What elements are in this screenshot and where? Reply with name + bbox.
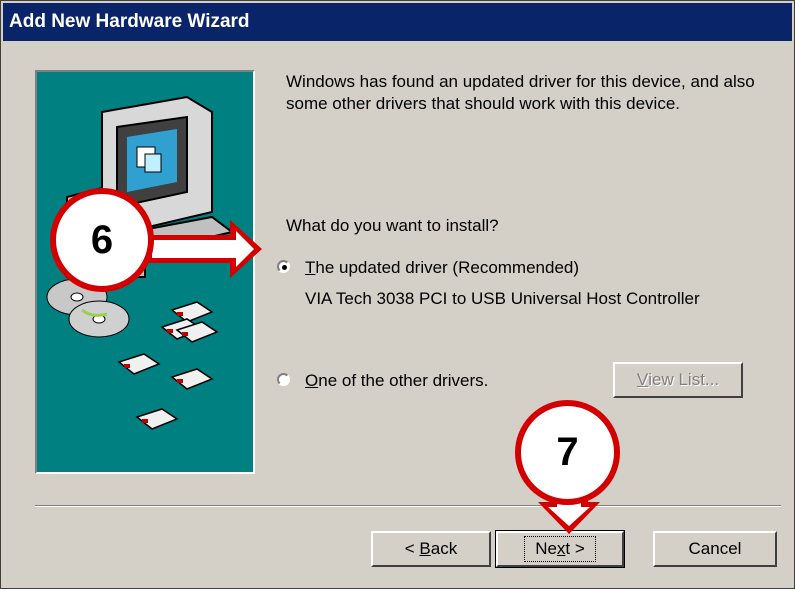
step-7-callout: 7 [515, 400, 620, 505]
step-6-callout: 6 [50, 188, 154, 292]
arrow-right-icon [148, 220, 262, 278]
annotation-overlay [148, 220, 600, 534]
